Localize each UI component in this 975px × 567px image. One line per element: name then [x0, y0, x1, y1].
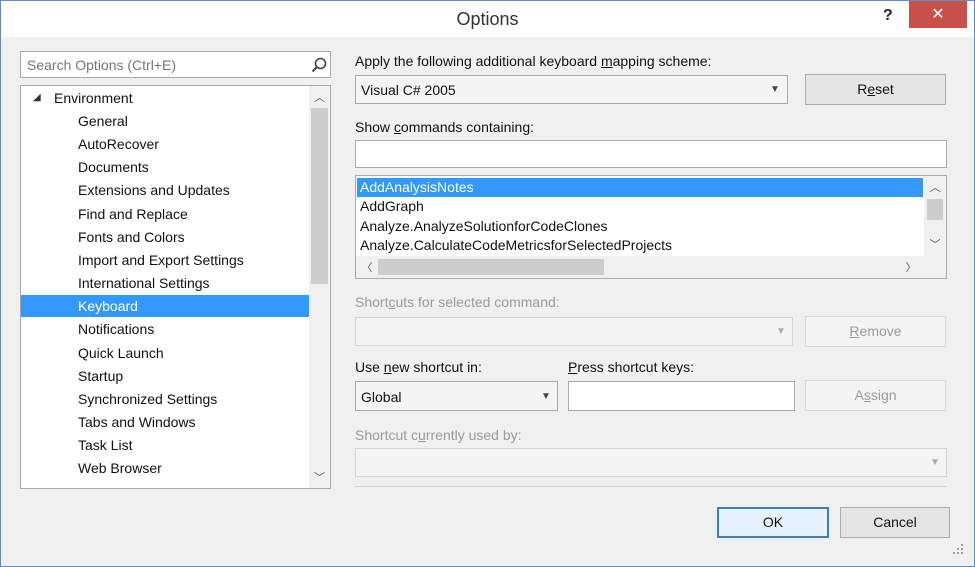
commands-list[interactable]: AddAnalysisNotes AddGraph Analyze.AnalyzeS… [355, 175, 947, 279]
close-button[interactable]: ✕ [909, 1, 967, 28]
reset-button[interactable]: Reset [805, 74, 946, 105]
collapse-triangle-icon[interactable]: ◢ [33, 87, 41, 109]
help-button[interactable]: ? [883, 7, 893, 25]
command-list-item[interactable]: Analyze.CalculateCodeMetricsforSelectedP… [357, 236, 923, 255]
tree-item-extensions-and-updates[interactable]: Extensions and Updates [78, 179, 230, 201]
assign-label-2: sign [870, 387, 897, 403]
dialog-title: Options [456, 9, 519, 29]
use-new-shortcut-accesskey: n [383, 359, 392, 375]
tree-item-fonts-and-colors[interactable]: Fonts and Colors [78, 226, 185, 248]
use-new-shortcut-text: Use [355, 359, 384, 375]
chevron-down-icon[interactable]: ▼ [770, 84, 780, 95]
commands-hscrollbar[interactable]: 〈 〉 [356, 256, 924, 278]
tree-item-autorecover[interactable]: AutoRecover [78, 133, 159, 155]
tree-root-partial[interactable] [54, 481, 254, 488]
tree-item-synchronized-settings[interactable]: Synchronized Settings [78, 388, 217, 410]
command-list-item[interactable]: AddGraph [357, 197, 923, 216]
use-new-shortcut-value: Global [361, 389, 402, 405]
tree-item-startup[interactable]: Startup [78, 365, 123, 387]
tree-root-label: Environment [54, 90, 133, 106]
press-keys-accesskey: P [568, 359, 578, 375]
assign-label: A [854, 387, 864, 403]
tree-item-find-and-replace[interactable]: Find and Replace [78, 203, 188, 225]
show-commands-text: Show [355, 119, 394, 135]
cancel-label: Cancel [873, 514, 917, 530]
tree-item-documents[interactable]: Documents [78, 156, 149, 178]
cancel-button[interactable]: Cancel [840, 507, 950, 538]
use-new-shortcut-text-2: ew shortcut in: [391, 359, 482, 375]
scroll-down-icon[interactable]: ﹀ [924, 236, 946, 252]
scroll-up-icon[interactable]: ︿ [924, 179, 946, 195]
mapping-scheme-label: Apply the following additional keyboard … [355, 53, 711, 69]
assign-accesskey: s [863, 387, 871, 403]
tree-item-tabs-and-windows[interactable]: Tabs and Windows [78, 411, 196, 433]
assign-button[interactable]: Assign [805, 380, 946, 411]
commands-vscroll-thumb[interactable] [927, 199, 943, 220]
show-commands-accesskey: c [393, 119, 401, 135]
scroll-left-icon[interactable]: 〈 [360, 259, 374, 275]
show-commands-text-2: ommands containing: [400, 119, 534, 135]
tree-item-quick-launch[interactable]: Quick Launch [78, 342, 164, 364]
mapping-label-text-2: apping scheme: [612, 53, 712, 69]
currently-used-text-2: rrently used by: [425, 427, 522, 443]
title-bar: Options ? ✕ [1, 1, 974, 37]
panel-divider [355, 486, 947, 487]
tree-item-task-list[interactable]: Task List [78, 434, 132, 456]
resize-grip-icon[interactable] [951, 542, 965, 556]
tree-item-keyboard[interactable]: Keyboard [21, 295, 309, 318]
scroll-corner [924, 256, 946, 278]
tree-root-environment[interactable]: ◢ Environment [21, 87, 309, 109]
chevron-down-icon[interactable]: ▼ [930, 457, 940, 468]
mapping-label-text: Apply the following additional keyboard [355, 53, 601, 69]
shortcuts-selected-text: Short [355, 294, 389, 310]
use-new-shortcut-label: Use new shortcut in: [355, 359, 482, 375]
press-keys-text-2: ress shortcut keys: [577, 359, 695, 375]
tree-scrollbar[interactable]: ︿ ﹀ [309, 86, 330, 488]
search-icon[interactable] [311, 57, 327, 73]
reset-label: R [857, 81, 868, 97]
remove-accesskey: R [849, 323, 860, 339]
close-icon: ✕ [931, 6, 945, 23]
tree-item-international-settings[interactable]: International Settings [78, 272, 210, 294]
mapping-label-accesskey: m [600, 53, 613, 69]
show-commands-input[interactable] [355, 140, 947, 168]
currently-used-label: Shortcut currently used by: [355, 427, 522, 443]
shortcuts-selected-text-2: uts for selected command: [395, 294, 560, 310]
commands-vscrollbar[interactable]: ︿ ﹀ [924, 176, 946, 256]
command-list-item[interactable]: AddAnalysisNotes [357, 178, 923, 197]
reset-label-2: set [875, 81, 894, 97]
mapping-scheme-select[interactable]: Visual C# 2005 ▼ [355, 75, 788, 104]
ok-label: OK [762, 514, 784, 530]
currently-used-select[interactable]: ▼ [355, 448, 947, 477]
shortcuts-selected-label: Shortcuts for selected command: [355, 294, 560, 310]
command-list-item[interactable]: Analyze.AnalyzeSolutionforCodeClones [357, 217, 923, 236]
currently-used-accesskey: u [418, 427, 426, 443]
use-new-shortcut-select[interactable]: Global ▼ [355, 381, 558, 411]
tree-item-web-browser[interactable]: Web Browser [78, 457, 162, 479]
search-options-field[interactable] [20, 51, 331, 78]
remove-button[interactable]: Remove [805, 316, 946, 347]
options-tree[interactable]: ◢ Environment General AutoRecover Document… [20, 85, 331, 489]
tree-item-notifications[interactable]: Notifications [78, 318, 154, 340]
remove-label-2: emove [859, 323, 902, 339]
tree-item-import-and-export-settings[interactable]: Import and Export Settings [78, 249, 244, 271]
chevron-down-icon[interactable]: ▼ [541, 391, 551, 402]
shortcuts-selected-select[interactable]: ▼ [355, 317, 793, 346]
mapping-scheme-value: Visual C# 2005 [361, 82, 456, 98]
scroll-right-icon[interactable]: 〉 [904, 259, 918, 275]
currently-used-text: Shortcut c [355, 427, 419, 443]
tree-scrollbar-thumb[interactable] [311, 108, 328, 284]
options-dialog: Options ? ✕ ◢ Environment GeneralAutoRec… [0, 0, 975, 567]
ok-button[interactable]: OK [717, 507, 829, 538]
scroll-down-icon[interactable]: ﹀ [309, 469, 330, 485]
show-commands-label: Show commands containing: [355, 119, 534, 135]
commands-hscroll-thumb[interactable] [378, 259, 604, 275]
reset-accesskey: e [867, 81, 876, 97]
press-keys-label: Press shortcut keys: [568, 359, 694, 375]
scroll-up-icon[interactable]: ︿ [309, 89, 330, 105]
press-keys-input[interactable] [568, 381, 795, 411]
search-input[interactable] [25, 55, 299, 75]
tree-item-general[interactable]: General [78, 110, 128, 132]
chevron-down-icon[interactable]: ▼ [776, 326, 786, 337]
